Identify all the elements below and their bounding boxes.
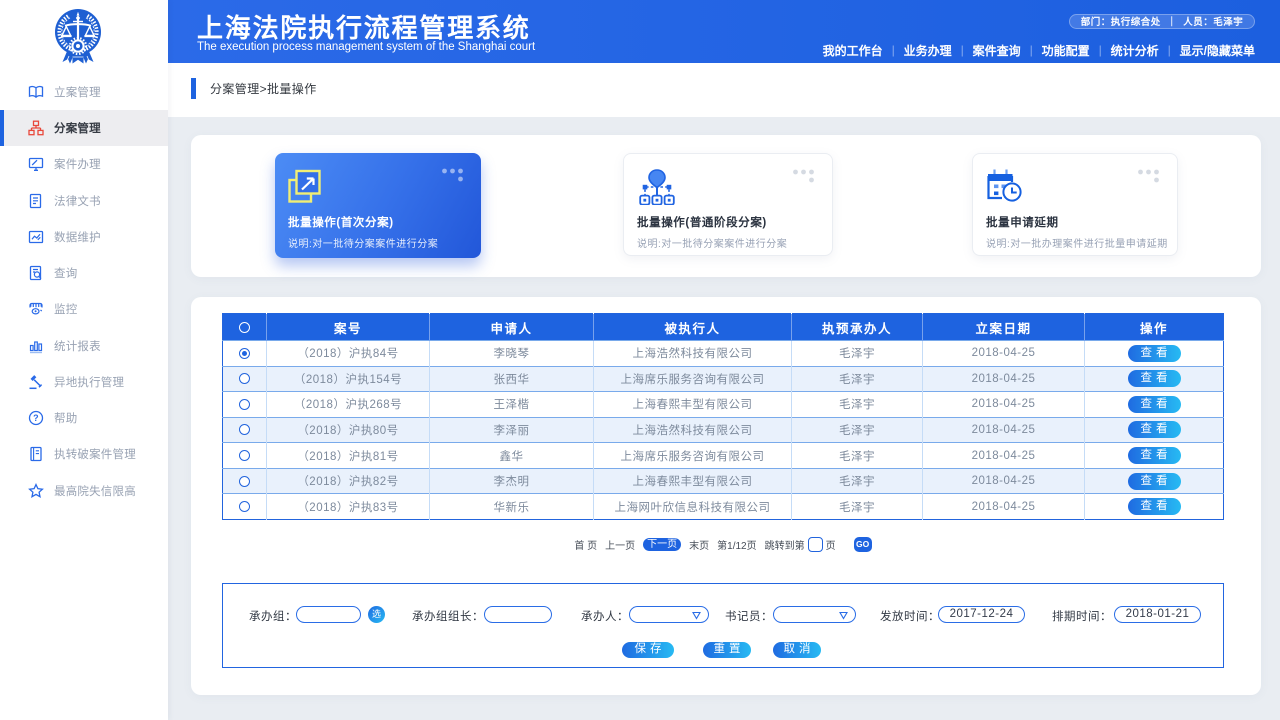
svg-text:?: ?: [33, 413, 39, 423]
